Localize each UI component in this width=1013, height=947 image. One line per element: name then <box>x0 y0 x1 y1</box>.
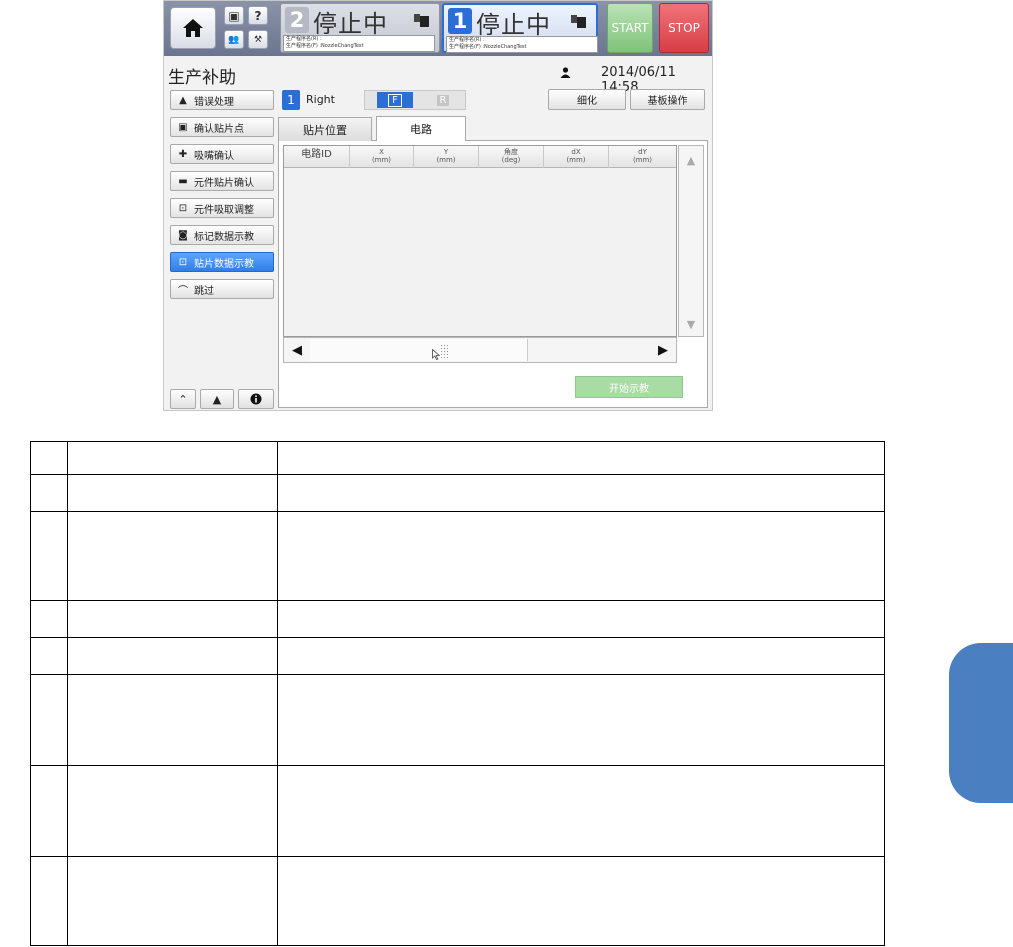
lane1-panel[interactable]: 1 停止中 生产程序名(R) : 生产程序名(F) :NozzleChangTe… <box>442 3 598 53</box>
col-x: X (mm) <box>350 146 414 168</box>
mouse-cursor-icon <box>432 348 441 363</box>
description-table <box>30 441 886 946</box>
operator-button[interactable]: 👥 <box>224 30 244 49</box>
mark-teach-icon: ◙ <box>178 229 188 241</box>
front-rear-toggle: F R <box>364 90 466 110</box>
menu-component-mount-confirm[interactable]: ▬ 元件贴片确认 <box>170 171 274 191</box>
menu-mark-data-teach[interactable]: ◙ 标记数据示教 <box>170 225 274 245</box>
component-mount-icon: ▬ <box>178 175 188 187</box>
table-row <box>30 856 886 946</box>
help-button[interactable]: ? <box>248 6 268 25</box>
skip-icon: ⌒ <box>178 285 188 297</box>
production-assist-screenshot: ▣ ? 👥 ⚒ 2 停止中 生产程序名(R) : 生产程序名(F) :Nozzl… <box>163 0 713 411</box>
display-icon: ▣ <box>228 8 240 23</box>
pickup-adjust-icon: ⊡ <box>178 202 188 214</box>
program-icon <box>413 12 431 28</box>
front-button[interactable]: F <box>377 92 413 108</box>
col-dy: dY (mm) <box>632 148 653 164</box>
scroll-thumb[interactable] <box>310 339 528 361</box>
page-title: 生产补助 <box>168 68 236 88</box>
col-circuit-id: 电路ID <box>284 146 350 168</box>
table-row <box>30 765 886 857</box>
col-dx: dX (mm) <box>544 146 609 168</box>
settings-button[interactable]: ⚒ <box>248 30 268 49</box>
display-button[interactable]: ▣ <box>224 6 244 25</box>
alarm-button[interactable]: ▲ <box>200 389 234 409</box>
stop-button[interactable]: STOP <box>659 3 709 53</box>
col-angle: 角度 (deg) <box>479 146 544 168</box>
home-icon <box>183 19 203 37</box>
warning-gear-icon: ▲ <box>179 94 187 106</box>
nozzle-search-icon: ✚ <box>178 148 188 160</box>
side-label: Right <box>306 93 335 106</box>
side-number: 1 <box>282 90 300 110</box>
double-chevron-up-icon: ⌃ <box>178 392 188 406</box>
lane1-status: 停止中 <box>476 11 551 39</box>
tab-circuit[interactable]: 电路 <box>376 116 466 141</box>
menu-confirm-mount-point[interactable]: ▣ 确认贴片点 <box>170 117 274 137</box>
chapter-side-tab <box>949 643 1013 803</box>
home-button[interactable] <box>170 7 216 49</box>
menu-mount-data-teach[interactable]: ⊡ 贴片数据示教 <box>170 252 274 272</box>
rear-button[interactable]: R <box>425 92 461 108</box>
scroll-up-arrow-icon[interactable]: ▲ <box>679 148 703 172</box>
menu-pickup-adjust[interactable]: ⊡ 元件吸取调整 <box>170 198 274 218</box>
operator-icon: 👥 <box>228 34 240 45</box>
scroll-right-arrow-icon[interactable]: ▶ <box>650 338 676 362</box>
info-icon <box>250 393 262 405</box>
lane1-program-info: 生产程序名(R) : 生产程序名(F) :NozzleChangTest <box>446 36 598 53</box>
vertical-scrollbar[interactable]: ▲ ▼ <box>678 145 704 337</box>
table-row <box>30 511 886 601</box>
warning-icon: ▲ <box>212 392 222 406</box>
grip-icon <box>440 344 448 358</box>
table-row <box>30 674 886 766</box>
col-y: Y (mm) <box>414 146 479 168</box>
program-icon <box>570 13 588 29</box>
start-teach-button[interactable]: 开始示教 <box>575 376 683 398</box>
collapse-button[interactable]: ⌃ <box>170 389 196 409</box>
lane1-number: 1 <box>448 8 472 34</box>
menu-nozzle-confirm[interactable]: ✚ 吸嘴确认 <box>170 144 274 164</box>
table-row <box>30 637 886 675</box>
lane2-panel[interactable]: 2 停止中 生产程序名(R) : 生产程序名(F) :NozzleChangTe… <box>280 3 440 53</box>
menu-error-handling[interactable]: ▲ 错误处理 <box>170 90 274 110</box>
table-row <box>30 600 886 638</box>
user-icon <box>560 67 571 81</box>
detail-button[interactable]: 细化 <box>548 89 626 110</box>
table-row <box>30 441 886 475</box>
scroll-down-arrow-icon[interactable]: ▼ <box>679 312 703 336</box>
table-header: 电路ID X (mm) Y (mm) 角度 (deg) dX (mm) dY (mm) <box>284 146 676 168</box>
table-row <box>30 474 886 512</box>
mount-teach-icon: ⊡ <box>178 256 188 268</box>
tools-icon: ⚒ <box>253 34 263 45</box>
lane2-program-info: 生产程序名(R) : 生产程序名(F) :NozzleChangTest <box>283 35 435 52</box>
tab-mount-position[interactable]: 贴片位置 <box>278 117 372 141</box>
horizontal-scrollbar[interactable]: ◀ ▶ <box>283 337 677 363</box>
lane2-number: 2 <box>285 7 309 33</box>
info-button[interactable] <box>238 389 274 409</box>
circuit-table: 电路ID X (mm) Y (mm) 角度 (deg) dX (mm) dY (mm) <box>283 145 677 337</box>
header-bar: ▣ ? 👥 ⚒ 2 停止中 生产程序名(R) : 生产程序名(F) :Nozzl… <box>164 1 712 56</box>
scroll-left-arrow-icon[interactable]: ◀ <box>284 338 310 362</box>
monitor-check-icon: ▣ <box>178 121 188 133</box>
menu-skip[interactable]: ⌒ 跳过 <box>170 279 274 299</box>
start-button[interactable]: START <box>607 3 653 53</box>
lane2-status: 停止中 <box>313 10 388 38</box>
board-operation-button[interactable]: 基板操作 <box>630 89 705 110</box>
